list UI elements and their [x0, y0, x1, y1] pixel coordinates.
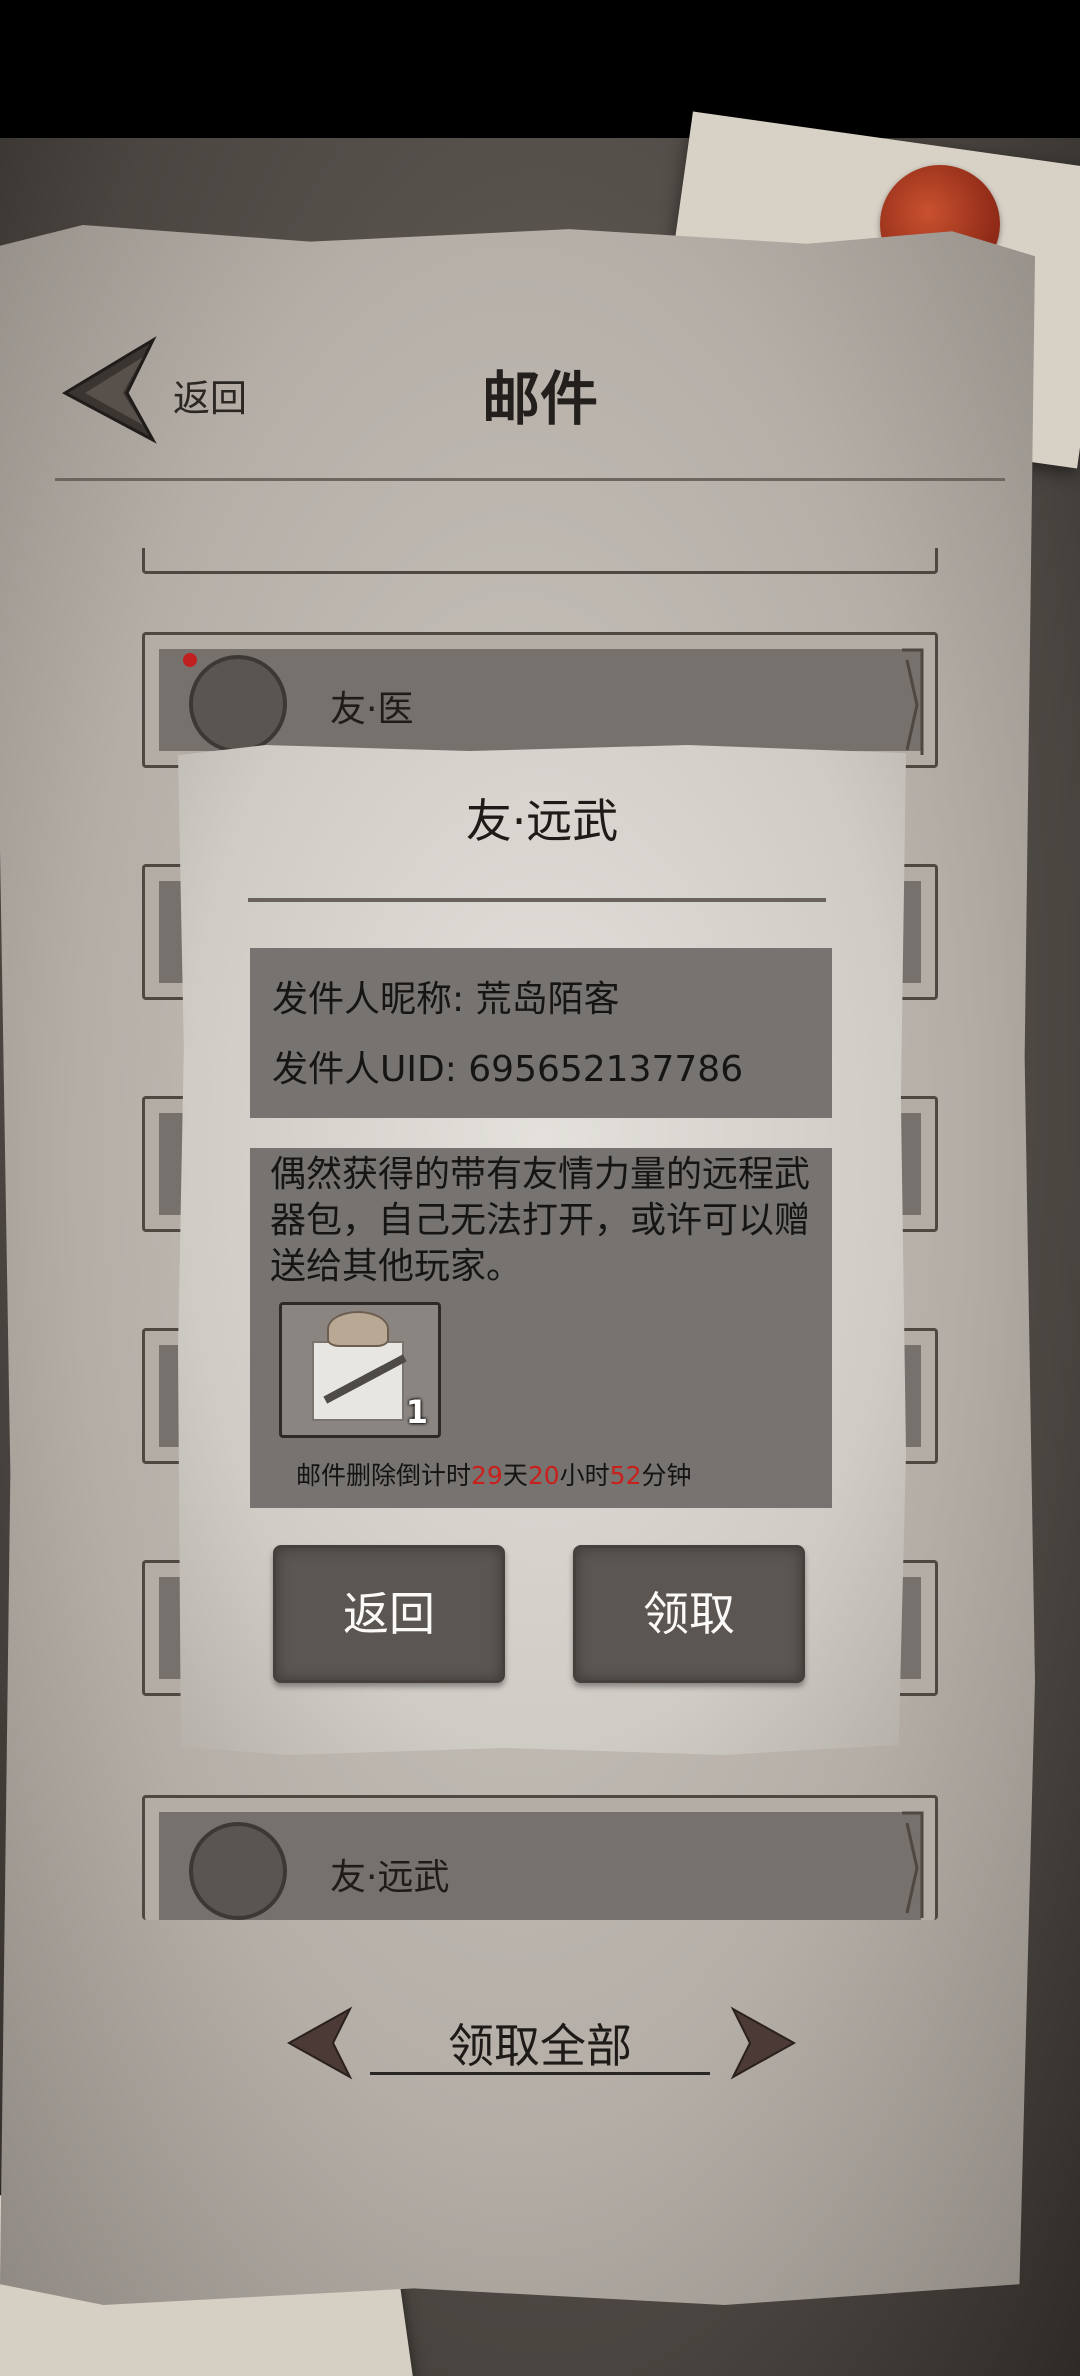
delete-countdown: 邮件删除倒计时29天20小时52分钟 [296, 1461, 692, 1490]
dialog-divider [248, 898, 826, 902]
mail-description: 偶然获得的带有友情力量的远程武器包，自己无法打开，或许可以赠送给其他玩家。 [270, 1154, 811, 1287]
claim-all-underline [370, 2072, 710, 2075]
status-bar [0, 0, 1080, 138]
next-arrow-icon[interactable] [728, 2005, 798, 2081]
mail-list-frame [142, 548, 938, 574]
sender-uid: 发件人UID: 695652137786 [272, 1049, 744, 1090]
dialog-claim-button[interactable]: 领取 [573, 1545, 805, 1683]
dialog-back-button[interactable]: 返回 [273, 1545, 505, 1683]
card-corner-ornament [902, 1811, 924, 1918]
mail-item-title: 友·远武 [330, 1857, 450, 1898]
claim-all-button[interactable]: 领取全部 [370, 2010, 710, 2076]
previous-arrow-icon[interactable] [285, 2005, 355, 2081]
card-corner-ornament [902, 648, 924, 755]
attachment-item-slot[interactable]: 1 [279, 1302, 441, 1438]
envelope-icon [189, 655, 287, 753]
mail-list-item[interactable]: 友·远武 [142, 1795, 938, 1920]
sender-nickname: 发件人昵称: 荒岛陌客 [272, 979, 620, 1020]
item-count: 1 [405, 1393, 428, 1431]
dialog-title: 友·远武 [465, 794, 619, 848]
header-divider [55, 478, 1005, 481]
unread-dot [183, 653, 197, 667]
mail-item-title: 友·医 [330, 689, 414, 730]
envelope-icon [189, 1822, 287, 1920]
gift-bow-icon [327, 1311, 389, 1347]
page-title: 邮件 [481, 365, 598, 433]
